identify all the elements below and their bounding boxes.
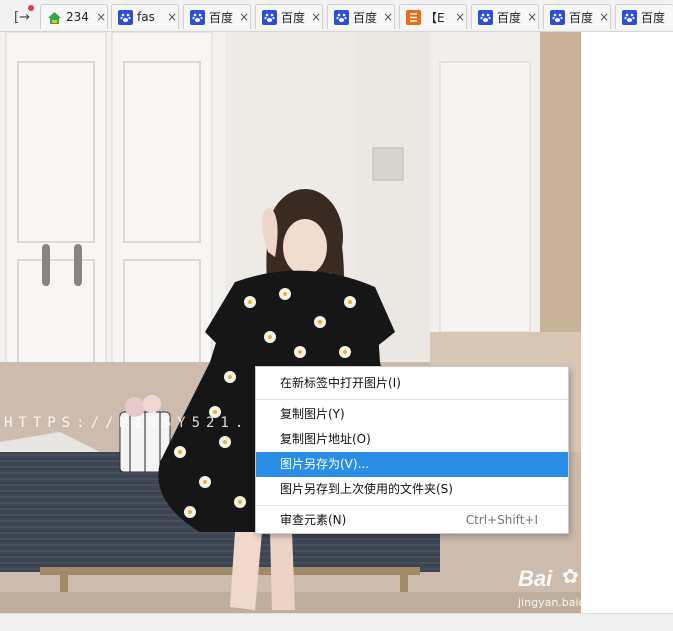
tab-close-icon[interactable]: × bbox=[238, 10, 250, 24]
orange-favicon-icon bbox=[406, 9, 421, 25]
menu-item-label: 审查元素(N) bbox=[280, 513, 347, 527]
tab-8[interactable]: 百度 × bbox=[543, 4, 611, 29]
logo-brand-tail: 经验 bbox=[588, 573, 624, 594]
logo-brand-text: Bai bbox=[518, 566, 553, 591]
baidu-paw-icon bbox=[118, 9, 133, 25]
baidu-paw-icon bbox=[622, 9, 637, 25]
tab-7[interactable]: 百度 × bbox=[471, 4, 539, 29]
tab-close-icon[interactable]: × bbox=[598, 10, 610, 24]
tab-close-icon[interactable]: × bbox=[310, 10, 322, 24]
menu-item-label: 复制图片地址(O) bbox=[280, 432, 371, 446]
tab-6[interactable]: 【E × bbox=[399, 4, 467, 29]
baidu-paw-icon bbox=[478, 9, 493, 25]
tab-label: 百度 bbox=[497, 10, 522, 25]
baidu-paw-logo-icon: ✿ bbox=[562, 564, 579, 588]
tab-label: 234 bbox=[66, 10, 89, 24]
restore-tabs-icon: [→ bbox=[14, 9, 30, 25]
menu-item-copy-image-address[interactable]: 复制图片地址(O) bbox=[256, 427, 568, 452]
baidu-jingyan-logo: Bai ✿ 经验 jingyan.baidu.com bbox=[518, 564, 638, 612]
tab-close-icon[interactable]: × bbox=[382, 10, 394, 24]
tab-label: 百度 bbox=[353, 10, 378, 25]
menu-item-label: 图片另存到上次使用的文件夹(S) bbox=[280, 482, 453, 496]
house-2345-icon bbox=[47, 10, 62, 25]
tab-9[interactable]: 百度 bbox=[615, 4, 673, 29]
tab-close-icon[interactable]: × bbox=[526, 10, 538, 24]
menu-item-inspect-element[interactable]: 审查元素(N) Ctrl+Shift+I bbox=[256, 508, 568, 533]
menu-item-copy-image[interactable]: 复制图片(Y) bbox=[256, 402, 568, 427]
menu-item-save-image-last-folder[interactable]: 图片另存到上次使用的文件夹(S) bbox=[256, 477, 568, 502]
baidu-paw-icon bbox=[262, 9, 277, 25]
baidu-paw-icon bbox=[550, 9, 565, 25]
tab-label: fas bbox=[137, 10, 155, 24]
baidu-paw-icon bbox=[190, 9, 205, 25]
tab-label: 百度 bbox=[569, 10, 594, 25]
tab-label: 百度 bbox=[281, 10, 306, 25]
tab-label: 百度 bbox=[641, 10, 666, 25]
tab-close-icon[interactable]: × bbox=[166, 10, 178, 24]
tab-1[interactable]: 234 × bbox=[40, 4, 108, 29]
tab-3[interactable]: 百度 × bbox=[183, 4, 251, 29]
tab-label: 【E bbox=[425, 10, 445, 25]
tab-close-icon[interactable]: × bbox=[454, 10, 466, 24]
notification-dot bbox=[28, 5, 34, 11]
restore-tabs-button[interactable]: [→ bbox=[6, 5, 38, 28]
menu-item-label: 在新标签中打开图片(I) bbox=[280, 376, 401, 390]
menu-item-open-image-new-tab[interactable]: 在新标签中打开图片(I) bbox=[256, 371, 568, 396]
tab-label: 百度 bbox=[209, 10, 234, 25]
menu-item-shortcut: Ctrl+Shift+I bbox=[465, 513, 538, 527]
tab-strip: [→ 234 × fas × 百度 × 百度 × 百度 × 【E × 百度 × … bbox=[0, 0, 673, 32]
baidu-paw-icon bbox=[334, 9, 349, 25]
tab-close-icon[interactable]: × bbox=[95, 10, 107, 24]
tab-2[interactable]: fas × bbox=[111, 4, 179, 29]
logo-url-text: jingyan.baidu.com bbox=[518, 596, 620, 609]
menu-item-label: 图片另存为(V)... bbox=[280, 457, 370, 471]
menu-item-save-image-as[interactable]: 图片另存为(V)... bbox=[256, 452, 568, 477]
menu-item-label: 复制图片(Y) bbox=[280, 407, 345, 421]
menu-separator bbox=[256, 505, 568, 506]
image-context-menu: 在新标签中打开图片(I) 复制图片(Y) 复制图片地址(O) 图片另存为(V).… bbox=[255, 366, 569, 534]
menu-separator bbox=[256, 399, 568, 400]
photo-watermark-url: HTTPS://MISSY521. bbox=[4, 415, 250, 431]
tab-5[interactable]: 百度 × bbox=[327, 4, 395, 29]
bottom-status-bar bbox=[0, 613, 673, 631]
tab-4[interactable]: 百度 × bbox=[255, 4, 323, 29]
